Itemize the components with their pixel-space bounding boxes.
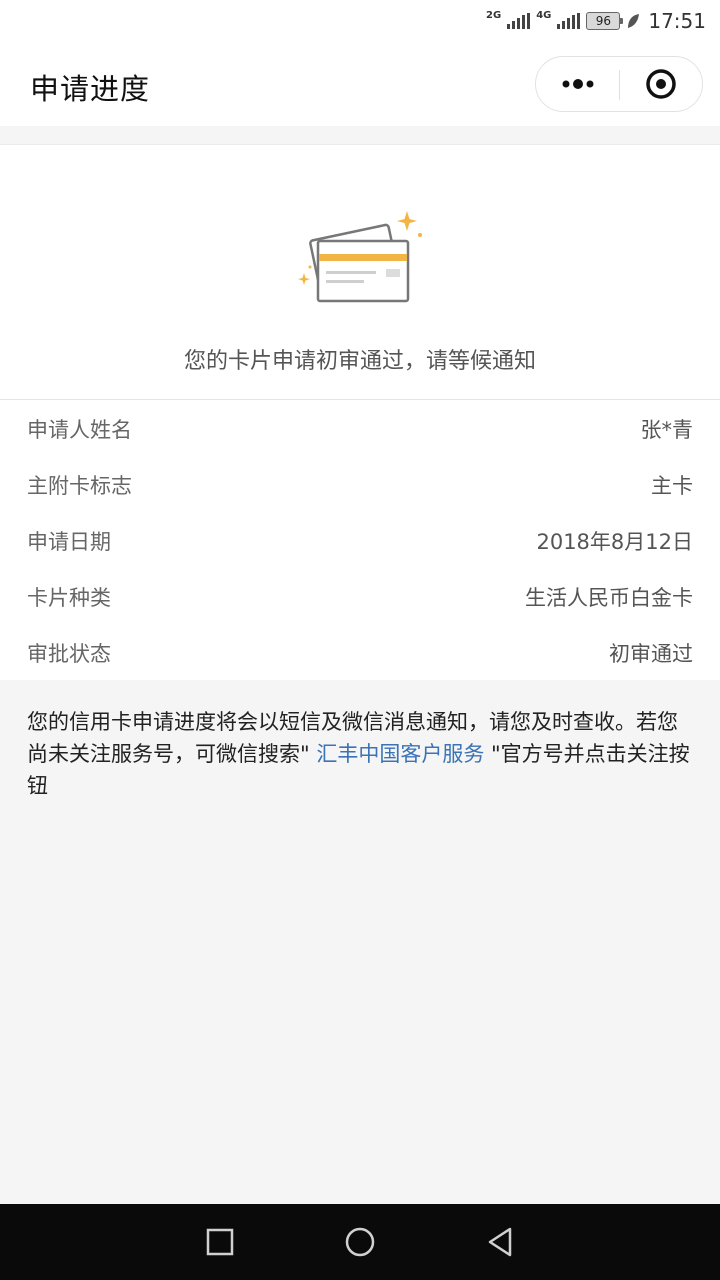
status-indicators: 2G 4G 96 17:51 <box>486 8 706 34</box>
status-bar: 2G 4G 96 17:51 <box>0 0 720 42</box>
more-button[interactable] <box>536 57 619 111</box>
detail-row-date: 申请日期 2018年8月12日 <box>0 512 720 568</box>
signal-2-icon <box>557 13 581 29</box>
detail-label: 审批状态 <box>27 642 111 666</box>
detail-value: 2018年8月12日 <box>536 530 693 554</box>
circle-icon <box>345 1227 375 1257</box>
detail-label: 卡片种类 <box>27 586 111 610</box>
detail-row-applicant: 申请人姓名 张*青 <box>0 400 720 456</box>
detail-row-status: 审批状态 初审通过 <box>0 624 720 680</box>
application-details: 申请人姓名 张*青 主附卡标志 主卡 申请日期 2018年8月12日 卡片种类 … <box>0 400 720 680</box>
detail-value: 初审通过 <box>609 642 693 666</box>
detail-row-card-flag: 主附卡标志 主卡 <box>0 456 720 512</box>
close-button[interactable] <box>620 57 702 111</box>
detail-label: 申请人姓名 <box>27 418 132 442</box>
notification-notice: 您的信用卡申请进度将会以短信及微信消息通知，请您及时查收。若您尚未关注服务号，可… <box>27 706 695 802</box>
network-type-2: 4G <box>536 10 552 21</box>
home-button[interactable] <box>340 1222 380 1262</box>
detail-label: 主附卡标志 <box>27 474 132 498</box>
close-target-icon <box>646 69 676 99</box>
status-card: 您的卡片申请初审通过，请等候通知 <box>0 144 720 400</box>
detail-value: 生活人民币白金卡 <box>525 586 693 610</box>
battery-icon: 96 <box>586 12 624 30</box>
network-type-1: 2G <box>486 10 502 21</box>
square-icon <box>206 1228 234 1256</box>
more-dots-icon <box>562 79 593 89</box>
status-message: 您的卡片申请初审通过，请等候通知 <box>183 349 536 374</box>
battery-level: 96 <box>595 14 611 28</box>
detail-value: 主卡 <box>651 474 693 498</box>
title-bar: 申请进度 <box>0 42 720 126</box>
credit-card-icon <box>298 211 422 303</box>
recent-apps-button[interactable] <box>200 1222 240 1262</box>
leaf-icon <box>628 14 640 28</box>
detail-value: 张*青 <box>640 418 694 442</box>
system-nav-bar <box>0 1204 720 1280</box>
clock: 17:51 <box>648 9 706 33</box>
page-title: 申请进度 <box>30 72 151 106</box>
signal-1-icon <box>507 13 531 29</box>
back-triangle-icon <box>488 1227 512 1257</box>
detail-row-card-type: 卡片种类 生活人民币白金卡 <box>0 568 720 624</box>
back-button[interactable] <box>480 1222 520 1262</box>
mini-program-capsule <box>535 56 703 112</box>
service-account-link[interactable]: 汇丰中国客户服务 <box>316 742 484 766</box>
detail-label: 申请日期 <box>27 530 111 554</box>
